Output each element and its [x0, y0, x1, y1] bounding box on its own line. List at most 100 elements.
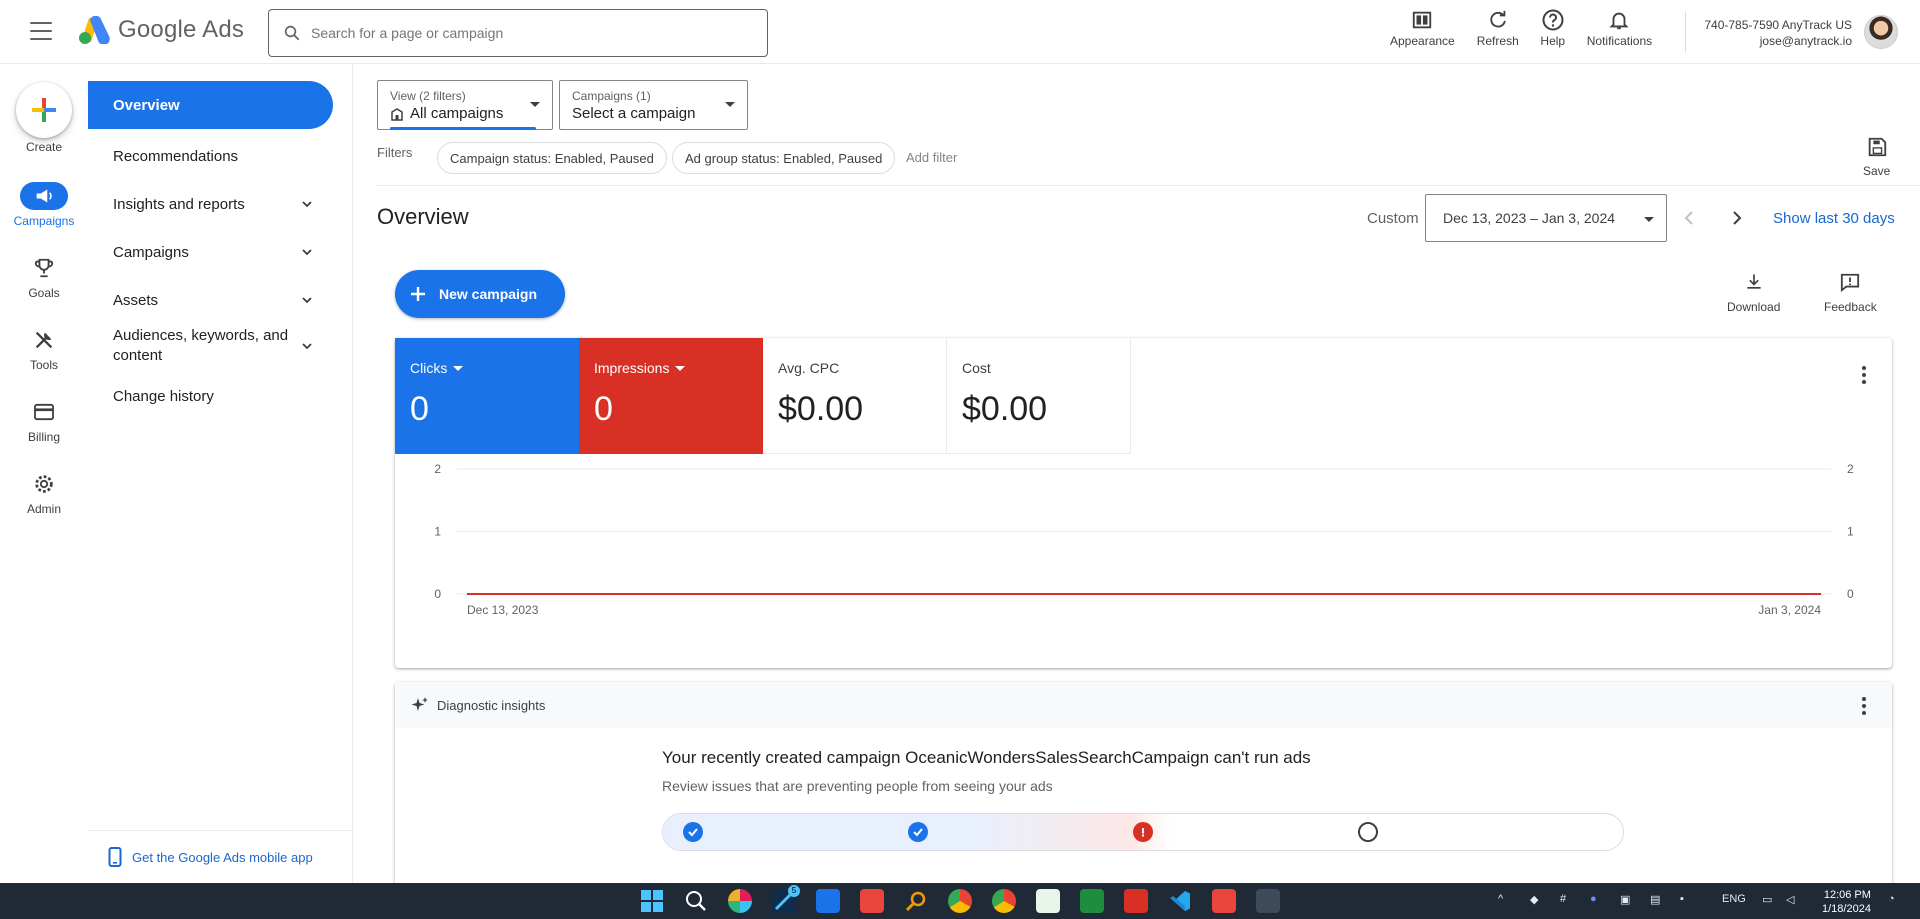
zoom-icon[interactable]: ▣ — [1620, 893, 1630, 906]
nav-assets[interactable]: Assets — [88, 286, 333, 314]
google-ads-logo[interactable]: Google Ads — [78, 16, 244, 44]
new-campaign-button[interactable]: New campaign — [395, 270, 565, 318]
app-icon[interactable] — [1212, 889, 1236, 913]
google-ads-logo-icon — [79, 16, 110, 44]
chip-label: Campaign status: Enabled, Paused — [450, 150, 654, 166]
vscode-icon[interactable] — [1168, 889, 1192, 913]
refresh-button[interactable]: Refresh — [1477, 6, 1519, 48]
app-icon[interactable] — [1256, 889, 1280, 913]
app-icon[interactable] — [1124, 889, 1148, 913]
mobile-app-link[interactable]: Get the Google Ads mobile app — [88, 830, 353, 883]
rail-tools[interactable]: Tools — [0, 326, 88, 372]
next-period-button[interactable] — [1725, 206, 1749, 230]
previous-period-button[interactable] — [1677, 206, 1701, 230]
building-icon — [391, 107, 403, 121]
avatar[interactable] — [1864, 15, 1898, 49]
date-range-picker[interactable]: Dec 13, 2023 – Jan 3, 2024 — [1425, 194, 1667, 242]
search-icon — [284, 25, 300, 41]
create-button[interactable] — [16, 82, 72, 138]
metric-impressions-value: 0 — [594, 390, 613, 428]
help-button[interactable]: Help — [1539, 6, 1567, 48]
left-rail: Create Campaigns Goals Tools Billing Adm… — [0, 64, 88, 883]
metric-impressions-label: Impressions — [594, 360, 670, 376]
check-icon[interactable] — [683, 822, 703, 842]
metric-impressions[interactable]: Impressions 0 — [579, 338, 763, 454]
chevron-down-icon — [302, 249, 312, 256]
metric-avg-cpc[interactable]: Avg. CPC $0.00 — [763, 338, 947, 454]
feedback-label: Feedback — [1824, 300, 1877, 314]
nav-insights-and-reports[interactable]: Insights and reports — [88, 190, 333, 218]
clock[interactable]: 12:06 PM 1/18/2024 — [1822, 888, 1871, 916]
network-icon[interactable]: ▭ — [1762, 893, 1772, 906]
diagnostic-header-label: Diagnostic insights — [437, 697, 546, 713]
view-underline — [390, 127, 536, 130]
language-indicator[interactable]: ENG — [1722, 893, 1746, 905]
search-box[interactable] — [268, 9, 768, 57]
rail-campaigns[interactable]: Campaigns — [0, 182, 88, 228]
spreadsheet-icon[interactable] — [1036, 889, 1060, 913]
metric-cost[interactable]: Cost $0.00 — [947, 338, 1131, 454]
chrome-icon[interactable] — [948, 889, 972, 913]
rail-billing[interactable]: Billing — [0, 398, 88, 444]
dropbox-icon[interactable]: ◆ — [1530, 893, 1538, 906]
search-icon[interactable] — [684, 889, 708, 913]
clock-time: 12:06 PM — [1823, 889, 1871, 901]
show-last-30-days-link[interactable]: Show last 30 days — [1773, 210, 1895, 227]
nav-insights-label: Insights and reports — [113, 195, 245, 213]
nav-campaigns-label: Campaigns — [113, 243, 189, 261]
nav-audiences-keywords-content[interactable]: Audiences, keywords, and content — [88, 324, 333, 368]
tray-app-icon[interactable]: ▪ — [1680, 893, 1684, 905]
rail-goals[interactable]: Goals — [0, 254, 88, 300]
windows-start-icon[interactable] — [640, 889, 664, 913]
account-info[interactable]: 740-785-7590 AnyTrack US jose@anytrack.i… — [1700, 17, 1852, 49]
diagnostic-subtitle: Review issues that are preventing people… — [662, 778, 1053, 794]
metric-clicks[interactable]: Clicks 0 — [395, 338, 579, 454]
more-options-icon[interactable] — [1862, 366, 1866, 384]
chrome-profile-icon[interactable] — [992, 889, 1016, 913]
notifications-button[interactable]: Notifications — [1587, 6, 1652, 48]
chevron-up-icon[interactable]: ^ — [1498, 893, 1503, 905]
search-input[interactable] — [311, 25, 731, 41]
nav-overview[interactable]: Overview — [88, 81, 333, 129]
tray-app-icon[interactable]: ● — [1590, 893, 1597, 905]
view-selector[interactable]: View (2 filters) All campaigns — [377, 80, 553, 130]
volume-icon[interactable]: ◁ — [1786, 893, 1794, 906]
help-icon — [1542, 9, 1564, 31]
more-options-icon[interactable] — [1862, 697, 1866, 715]
slack-icon[interactable] — [728, 889, 752, 913]
app-icon[interactable] — [1080, 889, 1104, 913]
nav-change-history[interactable]: Change history — [88, 382, 333, 410]
check-icon[interactable] — [908, 822, 928, 842]
rail-admin[interactable]: Admin — [0, 470, 88, 516]
dropdown-caret-icon — [675, 365, 686, 371]
error-icon[interactable] — [1133, 822, 1153, 842]
download-button[interactable]: Download — [1727, 272, 1780, 314]
filter-chip-campaign-status[interactable]: Campaign status: Enabled, Paused — [437, 142, 667, 174]
nav-campaigns[interactable]: Campaigns — [88, 238, 333, 266]
filter-chip-ad-group-status[interactable]: Ad group status: Enabled, Paused — [672, 142, 896, 174]
appearance-button[interactable]: Appearance — [1390, 6, 1455, 48]
save-icon — [1868, 137, 1886, 157]
magnifier-app-icon[interactable] — [904, 889, 928, 913]
performance-card: Clicks 0 Impressions 0 Avg. CPC $0.00 Co… — [395, 338, 1892, 668]
nav-recommendations[interactable]: Recommendations — [88, 142, 333, 170]
diagnostic-progress — [662, 813, 1624, 851]
add-filter-button[interactable]: Add filter — [906, 150, 957, 165]
sparkle-icon — [411, 697, 428, 711]
campaign-selector-value: Select a campaign — [572, 105, 696, 122]
app-icon[interactable]: 5 — [772, 885, 800, 913]
metric-cost-value: $0.00 — [962, 390, 1048, 428]
menu-icon[interactable] — [30, 22, 52, 40]
x-tick-label: Dec 13, 2023 — [467, 603, 539, 617]
pending-step-icon[interactable] — [1358, 822, 1378, 842]
app-icon[interactable] — [816, 889, 840, 913]
feedback-button[interactable]: Feedback — [1824, 272, 1877, 314]
tray-app-icon[interactable]: # — [1560, 893, 1566, 905]
app-icon[interactable] — [860, 889, 884, 913]
download-label: Download — [1727, 300, 1781, 314]
rail-billing-label: Billing — [27, 430, 60, 444]
campaign-selector[interactable]: Campaigns (1) Select a campaign — [559, 80, 748, 130]
notification-bell-icon[interactable]: ◔ — [1888, 893, 1895, 905]
save-button[interactable]: Save — [1863, 136, 1890, 178]
tray-app-icon[interactable]: ▤ — [1650, 893, 1660, 906]
